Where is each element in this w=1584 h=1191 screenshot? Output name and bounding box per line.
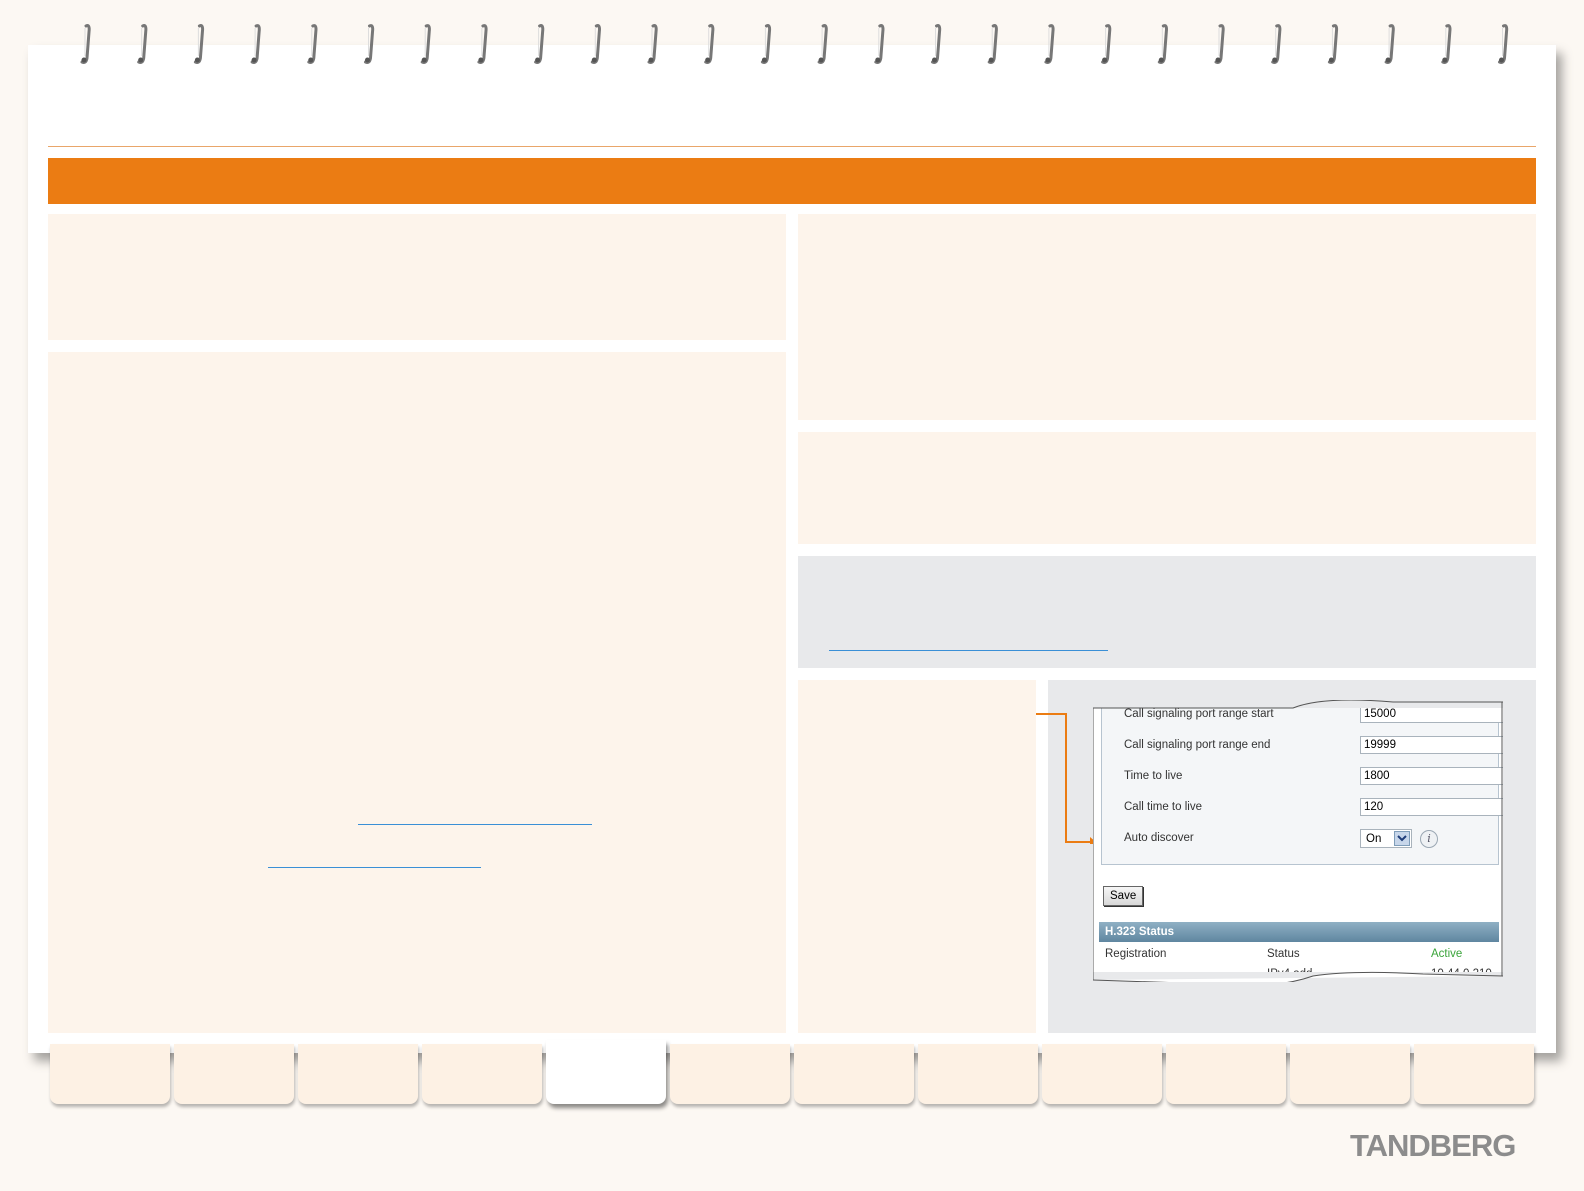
binding-ring bbox=[1441, 24, 1452, 64]
link-underline-2[interactable] bbox=[268, 867, 481, 868]
binding-ring bbox=[193, 24, 205, 64]
binding-ring bbox=[1101, 24, 1112, 64]
binding-ring bbox=[1384, 24, 1395, 64]
binding-ring bbox=[1044, 24, 1055, 64]
tab-4[interactable] bbox=[422, 1044, 542, 1104]
tab-5-active[interactable] bbox=[546, 1040, 666, 1104]
binding-ring bbox=[1157, 24, 1168, 64]
right-top-panel bbox=[798, 214, 1536, 420]
tab-1[interactable] bbox=[50, 1044, 170, 1104]
tab-2[interactable] bbox=[174, 1044, 294, 1104]
header-rule bbox=[48, 146, 1536, 147]
binding-ring bbox=[931, 24, 942, 64]
binding-ring bbox=[477, 24, 488, 64]
note-panel bbox=[798, 556, 1536, 668]
caption-panel bbox=[798, 680, 1036, 1033]
binding-ring bbox=[817, 24, 828, 64]
binding-ring bbox=[1327, 24, 1339, 64]
torn-screenshot-edge bbox=[1093, 700, 1503, 990]
right-middle-panel bbox=[798, 432, 1536, 544]
tab-7[interactable] bbox=[794, 1044, 914, 1104]
left-top-panel bbox=[48, 214, 786, 340]
binding-ring bbox=[364, 24, 375, 64]
left-main-panel bbox=[48, 352, 786, 1033]
tab-12[interactable] bbox=[1414, 1044, 1534, 1104]
binding-ring bbox=[987, 24, 998, 64]
section-banner bbox=[48, 158, 1536, 204]
tandberg-logo: TANDBERG bbox=[1350, 1128, 1516, 1163]
link-underline-1[interactable] bbox=[358, 824, 592, 825]
binding-ring bbox=[1498, 24, 1509, 64]
callout-arrow bbox=[1036, 713, 1096, 844]
binding-ring bbox=[874, 24, 885, 64]
binding-ring bbox=[250, 24, 261, 64]
binding-ring bbox=[307, 24, 318, 64]
tab-9[interactable] bbox=[1042, 1044, 1162, 1104]
tab-6[interactable] bbox=[670, 1044, 790, 1104]
note-link-underline[interactable] bbox=[829, 650, 1108, 651]
tab-10[interactable] bbox=[1166, 1044, 1286, 1104]
tab-11[interactable] bbox=[1290, 1044, 1410, 1104]
binding-ring bbox=[1271, 24, 1282, 64]
tab-8[interactable] bbox=[918, 1044, 1038, 1104]
spiral-binding bbox=[80, 24, 1509, 64]
binding-ring bbox=[534, 24, 545, 64]
binding-ring bbox=[137, 24, 148, 64]
binding-ring bbox=[760, 24, 772, 64]
binding-ring bbox=[590, 24, 601, 64]
binding-ring bbox=[704, 24, 715, 64]
binding-ring bbox=[1214, 24, 1225, 64]
binding-ring bbox=[80, 24, 91, 64]
binding-ring bbox=[647, 24, 658, 64]
binding-ring bbox=[420, 24, 431, 64]
tab-3[interactable] bbox=[298, 1044, 418, 1104]
